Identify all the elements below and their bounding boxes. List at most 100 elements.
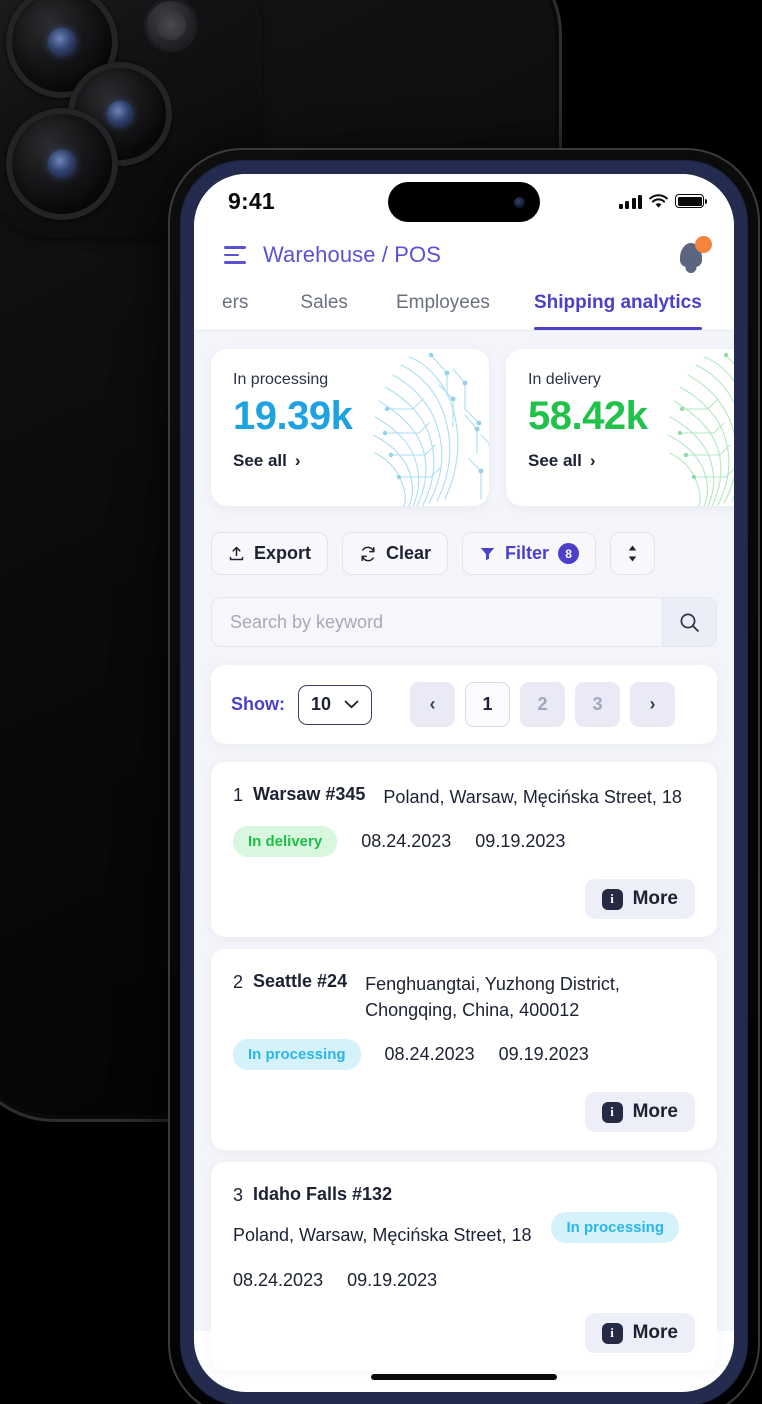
- phone-screen: 9:41 Warehouse / POS ers Sales Employees…: [194, 174, 734, 1392]
- page-button-1[interactable]: 1: [465, 682, 511, 727]
- breadcrumb[interactable]: Warehouse / POS: [263, 242, 441, 268]
- circuit-fingerprint-decoration: [372, 352, 489, 506]
- composition-stage: 9:41 Warehouse / POS ers Sales Employees…: [0, 0, 762, 1404]
- shipment-row-header: 2 Seattle #24 Fenghuangtai, Yuzhong Distri…: [233, 971, 695, 1023]
- notification-badge-dot: [695, 236, 712, 253]
- shipment-index: 3: [233, 1185, 244, 1206]
- shipment-row-footer: i More: [233, 1092, 695, 1133]
- info-icon: i: [601, 888, 623, 910]
- page-button-2[interactable]: 2: [520, 682, 566, 727]
- shipment-row[interactable]: 3 Idaho Falls #132 Poland, Warsaw, Męcińsk…: [211, 1162, 717, 1372]
- more-label: More: [632, 888, 678, 910]
- status-bar-indicators: [618, 193, 707, 209]
- upload-icon: [229, 546, 244, 561]
- see-all-label: See all: [233, 451, 287, 470]
- refresh-icon: [361, 546, 375, 561]
- page-prev-button[interactable]: ‹: [410, 682, 456, 727]
- pagination-bar: Show: 10 ‹ 1 2 3 ›: [211, 665, 717, 744]
- filter-count-badge: 8: [558, 543, 580, 564]
- page-next-button[interactable]: ›: [630, 682, 676, 727]
- front-camera-icon: [514, 196, 525, 208]
- shipment-row-header: 1 Warsaw #345 Poland, Warsaw, Męcińska Str…: [233, 784, 695, 810]
- circuit-fingerprint-decoration: [667, 352, 734, 506]
- shipment-date-end: 09.19.2023: [475, 831, 566, 852]
- shipment-date-start: 08.24.2023: [384, 1044, 475, 1065]
- shipment-name: Seattle #24: [253, 971, 348, 992]
- filter-label: Filter: [505, 543, 550, 563]
- filter-button[interactable]: Filter 8: [462, 532, 597, 575]
- main-content: In processing 19.39k See all › In delive…: [194, 331, 734, 1372]
- dynamic-island: [388, 182, 540, 222]
- more-label: More: [632, 1101, 678, 1123]
- tab-bar: ers Sales Employees Shipping analytics: [194, 288, 734, 330]
- more-label: More: [632, 1322, 678, 1344]
- status-badge: In processing: [233, 1039, 361, 1071]
- more-button[interactable]: i More: [584, 1313, 695, 1354]
- wifi-icon: [649, 193, 668, 208]
- tab-sales[interactable]: Sales: [300, 288, 348, 330]
- stat-card-in-delivery[interactable]: In delivery 58.42k See all ›: [506, 349, 734, 506]
- info-icon: i: [601, 1101, 623, 1123]
- chevron-right-icon: ›: [589, 451, 596, 470]
- notification-bell-button[interactable]: [674, 236, 712, 274]
- home-indicator: [371, 1374, 557, 1380]
- shipment-row[interactable]: 2 Seattle #24 Fenghuangtai, Yuzhong Distri…: [211, 949, 717, 1151]
- camera-lens-icon: [6, 108, 118, 220]
- see-all-label: See all: [528, 451, 582, 470]
- clear-button[interactable]: Clear: [342, 532, 449, 575]
- phone-bezel: 9:41 Warehouse / POS ers Sales Employees…: [180, 160, 748, 1404]
- more-button[interactable]: i More: [584, 879, 695, 920]
- shipment-address: Fenghuangtai, Yuzhong District, Chongqin…: [365, 974, 620, 1021]
- status-badge: In processing: [551, 1211, 679, 1243]
- shipment-index: 1: [233, 785, 244, 805]
- battery-full-icon: [675, 194, 707, 208]
- shipment-row[interactable]: 1 Warsaw #345 Poland, Warsaw, Męcińska Str…: [211, 762, 717, 938]
- shipment-dates: 08.24.2023 09.19.2023: [385, 1044, 589, 1065]
- sort-updown-icon: [628, 545, 637, 562]
- search-section: [194, 575, 734, 647]
- export-label: Export: [254, 543, 312, 563]
- search-input[interactable]: [212, 598, 662, 646]
- search-submit-button[interactable]: [662, 598, 716, 646]
- shipment-index: 2: [233, 972, 244, 993]
- shipment-date-end: 09.19.2023: [347, 1270, 438, 1291]
- per-page-select[interactable]: 10: [298, 684, 373, 725]
- stat-card-row: In processing 19.39k See all › In delive…: [194, 349, 734, 506]
- shipment-name: Warsaw #345: [253, 784, 366, 804]
- search-icon: [680, 613, 699, 632]
- shipment-row-footer: i More: [233, 879, 695, 920]
- shipment-address-row: Poland, Warsaw, Męcińska Street, 18 In pr…: [233, 1206, 695, 1248]
- shipment-date-start: 08.24.2023: [233, 1270, 324, 1291]
- page-button-3[interactable]: 3: [575, 682, 621, 727]
- cellular-bars-icon: [618, 194, 642, 209]
- shipment-dates: 08.24.2023 09.19.2023: [361, 831, 565, 852]
- app-header: Warehouse / POS: [194, 226, 734, 288]
- tab-employees[interactable]: Employees: [396, 288, 490, 330]
- shipment-meta-row: In processing 08.24.2023 09.19.2023: [233, 1039, 695, 1071]
- header-left-group: Warehouse / POS: [224, 242, 441, 268]
- funnel-icon: [480, 548, 495, 561]
- shipment-date-end: 09.19.2023: [498, 1044, 589, 1065]
- per-page-value: 10: [311, 694, 332, 714]
- sort-button[interactable]: [610, 532, 656, 575]
- shipment-row-header: 3 Idaho Falls #132: [233, 1184, 573, 1206]
- camera-flash-icon: [144, 0, 198, 52]
- shipment-row-footer: i More: [233, 1313, 695, 1354]
- status-bar-clock: 9:41: [228, 187, 275, 214]
- shipment-list: 1 Warsaw #345 Poland, Warsaw, Męcińska Str…: [194, 744, 734, 1372]
- shipment-date-start: 08.24.2023: [361, 831, 452, 852]
- hamburger-menu-icon[interactable]: [224, 246, 246, 264]
- shipment-address: Poland, Warsaw, Męcińska Street, 18: [383, 787, 682, 807]
- tab-shipping-analytics[interactable]: Shipping analytics: [533, 288, 702, 330]
- export-button[interactable]: Export: [211, 532, 329, 575]
- search-bar[interactable]: [211, 597, 717, 647]
- page-buttons: ‹ 1 2 3 ›: [410, 682, 676, 727]
- shipment-address: Poland, Warsaw, Męcińska Street, 18: [233, 1225, 532, 1246]
- stat-card-in-processing[interactable]: In processing 19.39k See all ›: [211, 349, 489, 506]
- action-toolbar: Export Clear Filter 8: [194, 506, 734, 575]
- shipment-meta-row: In delivery 08.24.2023 09.19.2023: [233, 826, 695, 858]
- tab-ers[interactable]: ers: [222, 288, 248, 330]
- more-button[interactable]: i More: [584, 1092, 695, 1133]
- clear-label: Clear: [386, 543, 432, 563]
- foreground-phone: 9:41 Warehouse / POS ers Sales Employees…: [168, 148, 760, 1404]
